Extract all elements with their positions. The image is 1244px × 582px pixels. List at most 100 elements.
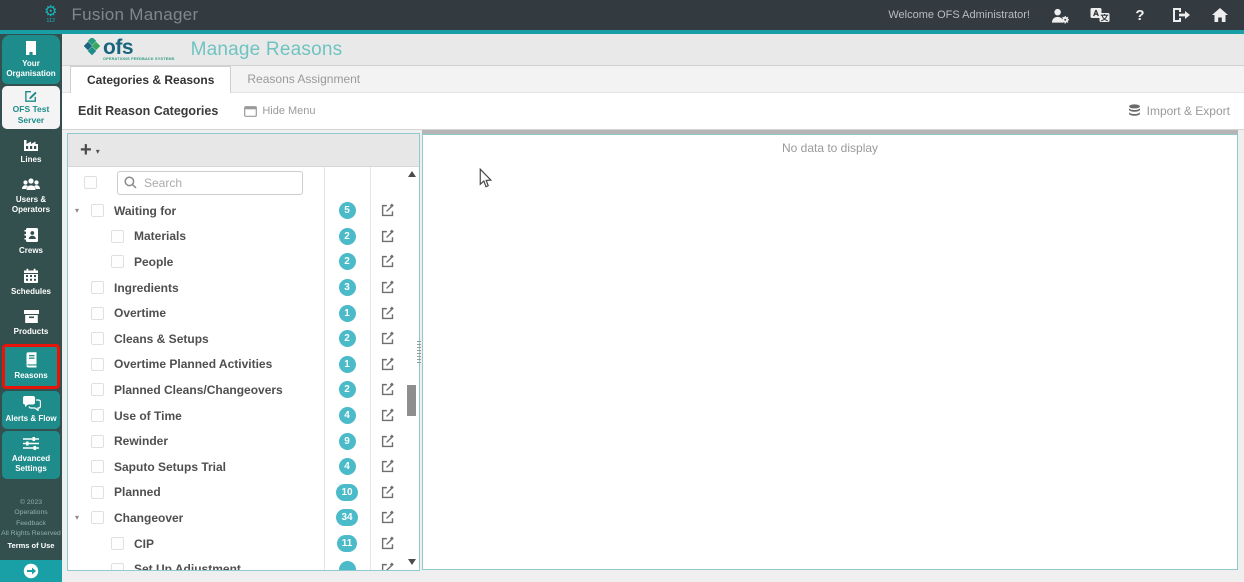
sidebar-item-label: Reasons <box>14 371 48 381</box>
tab-reasons-assignment[interactable]: Reasons Assignment <box>231 66 376 92</box>
category-label: CIP <box>134 536 155 551</box>
edit-category-button[interactable] <box>370 459 405 474</box>
category-label: Use of Time <box>114 408 182 423</box>
tree-row[interactable]: ▾ Waiting for 5 <box>68 198 419 224</box>
row-checkbox[interactable] <box>91 485 104 499</box>
fusion-manager-app: ⚙ 112 Fusion Manager Welcome OFS Adminis… <box>0 0 1244 582</box>
help-icon: ? <box>1135 6 1145 24</box>
edit-category-button[interactable] <box>370 229 405 244</box>
row-checkbox[interactable] <box>111 229 124 243</box>
sidebar-item-alerts-flow[interactable]: Alerts & Flow <box>2 391 60 430</box>
import-export-button[interactable]: Import & Export <box>1128 104 1230 118</box>
edit-category-button[interactable] <box>370 331 405 346</box>
tree-row[interactable]: ▾ Saputo Setups Trial 4 <box>68 454 419 480</box>
logout-button[interactable] <box>1170 6 1190 24</box>
sidebar-item-your-organisation[interactable]: Your Organisation <box>2 35 60 84</box>
tree-row[interactable]: ▾ Planned Cleans/Changeovers 2 <box>68 377 419 403</box>
sidebar-item-label: Your Organisation <box>6 59 56 78</box>
row-checkbox[interactable] <box>91 204 104 218</box>
sidebar-item-users-operators[interactable]: Users & Operators <box>2 172 60 220</box>
home-button[interactable] <box>1210 6 1230 24</box>
sidebar-item-ofs-test-server[interactable]: OFS Test Server <box>2 86 60 130</box>
sidebar-item-crews[interactable]: Crews <box>2 222 60 261</box>
sidebar-item-schedules[interactable]: Schedules <box>2 263 60 302</box>
row-checkbox[interactable] <box>91 332 104 346</box>
add-category-button[interactable]: + ▾ <box>68 134 419 167</box>
tree-row[interactable]: ▾ People 2 <box>68 249 419 275</box>
sidebar-nav: Your Organisation OFS Test Server Lines … <box>0 34 62 582</box>
edit-category-button[interactable] <box>370 434 405 449</box>
edit-category-button[interactable] <box>370 536 405 551</box>
scrollbar-thumb[interactable] <box>407 385 416 416</box>
search-input[interactable] <box>117 170 303 195</box>
select-all-checkbox[interactable] <box>84 176 97 189</box>
language-button[interactable] <box>1090 6 1110 24</box>
tree-row[interactable]: ▾ Use of Time 4 <box>68 403 419 429</box>
calendar-icon <box>24 269 38 284</box>
sidebar-collapse-button[interactable] <box>0 560 62 582</box>
tree-scrollbar[interactable] <box>405 167 419 570</box>
count-cell: 2 <box>324 253 370 271</box>
tree-row[interactable]: ▾ Overtime Planned Activities 1 <box>68 352 419 378</box>
category-label: Overtime <box>114 306 167 321</box>
edit-category-button[interactable] <box>370 562 405 570</box>
tree-row[interactable]: ▾ Changeover 34 <box>68 505 419 531</box>
translate-icon <box>1090 8 1110 22</box>
gear-icon: ⚙ <box>44 3 58 21</box>
sidebar-item-lines[interactable]: Lines <box>2 131 60 170</box>
row-checkbox[interactable] <box>111 562 124 570</box>
terms-of-use-link[interactable]: Terms of Use <box>0 541 62 550</box>
reason-count-badge: 1 <box>338 355 356 373</box>
hide-menu-button[interactable]: Hide Menu <box>244 105 316 117</box>
category-label: Waiting for <box>114 203 177 218</box>
edit-category-button[interactable] <box>370 203 405 218</box>
scroll-down-icon[interactable] <box>408 559 416 565</box>
edit-category-button[interactable] <box>370 485 405 500</box>
plus-icon: + <box>80 139 92 161</box>
count-cell: 4 <box>324 407 370 425</box>
sidebar-item-advanced-settings[interactable]: Advanced Settings <box>2 431 60 480</box>
row-checkbox[interactable] <box>91 357 104 371</box>
row-checkbox[interactable] <box>111 537 124 551</box>
row-checkbox[interactable] <box>91 306 104 320</box>
tree-row[interactable]: ▾ Set Up Adjustment <box>68 556 419 570</box>
sidebar-item-reasons[interactable]: Reasons <box>2 344 60 390</box>
tree-row[interactable]: ▾ Planned 10 <box>68 480 419 506</box>
expand-caret-icon[interactable]: ▾ <box>75 206 85 215</box>
row-checkbox[interactable] <box>111 255 124 269</box>
tree-row[interactable]: ▾ CIP 11 <box>68 531 419 557</box>
edit-category-button[interactable] <box>370 382 405 397</box>
sidebar-item-products[interactable]: Products <box>2 304 60 342</box>
help-button[interactable]: ? <box>1130 6 1150 24</box>
edit-category-button[interactable] <box>370 408 405 423</box>
page-title: Manage Reasons <box>190 38 343 60</box>
chat-bubbles-icon <box>22 396 41 412</box>
row-checkbox[interactable] <box>91 460 104 474</box>
category-label: Materials <box>134 229 187 244</box>
edit-category-button[interactable] <box>370 357 405 372</box>
edit-category-button[interactable] <box>370 254 405 269</box>
edit-icon <box>381 280 394 294</box>
user-settings-button[interactable] <box>1050 6 1070 24</box>
edit-category-button[interactable] <box>370 510 405 525</box>
row-checkbox[interactable] <box>91 409 104 423</box>
count-cell: 5 <box>324 202 370 220</box>
sidebar-item-label: Crews <box>18 246 43 256</box>
tree-row[interactable]: ▾ Rewinder 9 <box>68 428 419 454</box>
row-checkbox[interactable] <box>91 383 104 397</box>
edit-category-button[interactable] <box>370 306 405 321</box>
tree-row[interactable]: ▾ Overtime 1 <box>68 300 419 326</box>
top-bar: ⚙ 112 Fusion Manager Welcome OFS Adminis… <box>0 0 1244 30</box>
row-checkbox[interactable] <box>91 434 104 448</box>
row-checkbox[interactable] <box>91 511 104 525</box>
scroll-up-icon[interactable] <box>408 171 416 177</box>
expand-caret-icon[interactable]: ▾ <box>75 513 85 522</box>
arrow-right-circle-icon <box>23 563 39 579</box>
tree-row[interactable]: ▾ Ingredients 3 <box>68 275 419 301</box>
row-checkbox[interactable] <box>91 281 104 295</box>
count-cell: 2 <box>324 227 370 245</box>
tree-row[interactable]: ▾ Materials 2 <box>68 224 419 250</box>
tree-row[interactable]: ▾ Cleans & Setups 2 <box>68 326 419 352</box>
tab-categories-reasons[interactable]: Categories & Reasons <box>70 66 232 93</box>
edit-category-button[interactable] <box>370 280 405 295</box>
